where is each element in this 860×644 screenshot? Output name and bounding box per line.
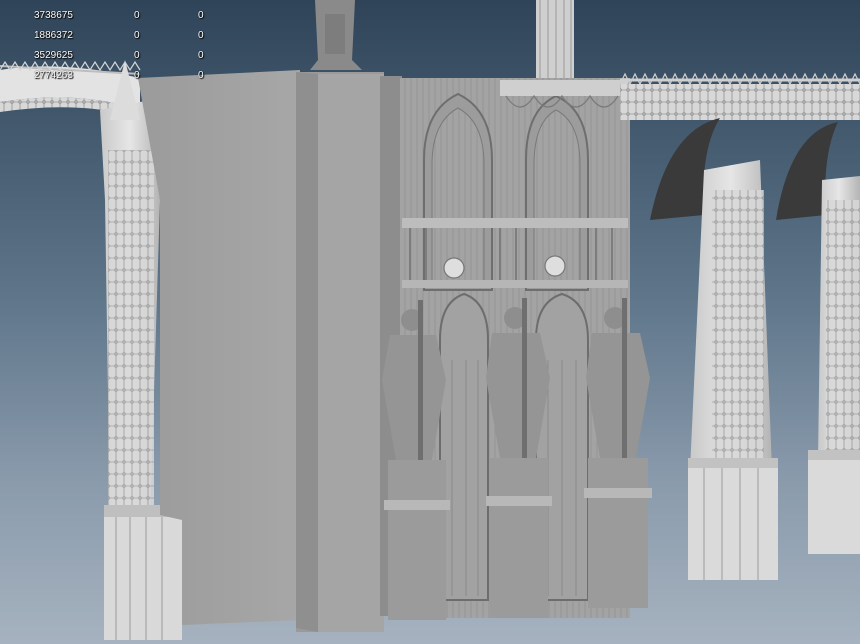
knight-statue — [486, 298, 552, 618]
cathedral-model — [0, 0, 860, 640]
tower-block — [296, 0, 402, 632]
3d-viewport[interactable]: 3738675 0 0 1886372 0 0 3529625 0 0 2774… — [0, 0, 860, 644]
central-spire — [536, 0, 574, 78]
knight-statues — [382, 298, 652, 620]
right-arcade — [620, 78, 860, 580]
